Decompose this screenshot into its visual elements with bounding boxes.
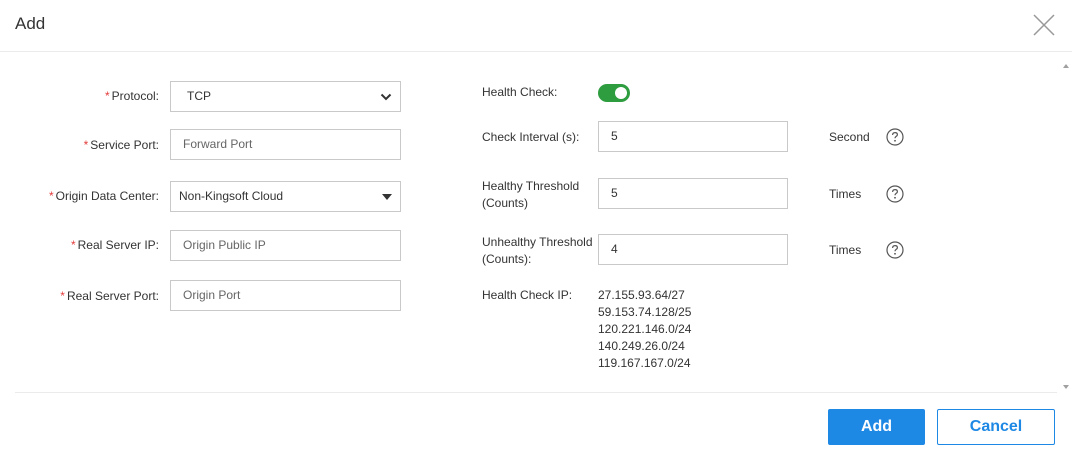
health-check-toggle[interactable] bbox=[598, 84, 630, 102]
chevron-down-icon bbox=[380, 82, 392, 111]
scroll-up-arrow-icon[interactable] bbox=[1062, 57, 1070, 68]
required-marker: * bbox=[70, 238, 76, 252]
question-circle-icon[interactable] bbox=[886, 128, 904, 146]
health-check-ip-label: Health Check IP: bbox=[482, 288, 573, 302]
unhealthy-threshold-input[interactable]: 4 bbox=[598, 234, 788, 265]
healthy-threshold-unit: Times bbox=[829, 187, 862, 201]
dialog-footer: Add Cancel bbox=[15, 392, 1057, 458]
add-button[interactable]: Add bbox=[828, 409, 925, 445]
service-port-placeholder: Forward Port bbox=[183, 137, 253, 151]
origin-data-center-label: * Origin Data Center: bbox=[48, 189, 159, 203]
close-icon[interactable] bbox=[1031, 12, 1057, 38]
check-interval-label: Check Interval (s): bbox=[482, 130, 580, 144]
service-port-label: * Service Port: bbox=[83, 138, 159, 152]
protocol-select[interactable]: TCP bbox=[170, 81, 401, 112]
toggle-knob bbox=[615, 87, 627, 99]
unhealthy-threshold-unit: Times bbox=[829, 243, 862, 257]
required-marker: * bbox=[83, 138, 89, 152]
healthy-threshold-label: Healthy Threshold (Counts) bbox=[482, 179, 580, 210]
check-interval-unit: Second bbox=[829, 130, 870, 144]
add-dialog: Add * Protocol: TCP * Service Port: Forwar… bbox=[0, 0, 1072, 458]
healthy-threshold-value: 5 bbox=[611, 186, 618, 200]
healthy-threshold-input[interactable]: 5 bbox=[598, 178, 788, 209]
cancel-button[interactable]: Cancel bbox=[937, 409, 1055, 445]
real-server-port-label: * Real Server Port: bbox=[60, 289, 159, 303]
dialog-title: Add bbox=[15, 14, 46, 33]
real-server-ip-label: * Real Server IP: bbox=[70, 238, 159, 252]
required-marker: * bbox=[104, 89, 110, 103]
unhealthy-threshold-label: Unhealthy Threshold (Counts): bbox=[482, 235, 593, 266]
ip-list-item: 120.221.146.0/24 bbox=[598, 322, 692, 336]
question-circle-icon[interactable] bbox=[886, 241, 904, 259]
health-check-ip-list: 27.155.93.64/27 59.153.74.128/25 120.221… bbox=[598, 287, 691, 372]
ip-list-item: 27.155.93.64/27 bbox=[598, 288, 685, 302]
health-check-label: Health Check: bbox=[482, 85, 558, 99]
ip-list-item: 59.153.74.128/25 bbox=[598, 305, 692, 319]
real-server-port-input[interactable]: Origin Port bbox=[170, 280, 401, 311]
dialog-body: * Protocol: TCP * Service Port: Forward Po… bbox=[0, 52, 1072, 392]
real-server-port-placeholder: Origin Port bbox=[183, 288, 241, 302]
required-marker: * bbox=[60, 289, 65, 303]
service-port-input[interactable]: Forward Port bbox=[170, 129, 401, 160]
caret-down-icon bbox=[382, 182, 392, 211]
origin-data-center-value: Non-Kingsoft Cloud bbox=[179, 189, 284, 203]
ip-list-item: 119.167.167.0/24 bbox=[598, 356, 691, 370]
ip-list-item: 140.249.26.0/24 bbox=[598, 339, 685, 353]
unhealthy-threshold-value: 4 bbox=[611, 242, 618, 256]
check-interval-input[interactable]: 5 bbox=[598, 121, 788, 152]
real-server-ip-placeholder: Origin Public IP bbox=[183, 238, 266, 252]
origin-data-center-select[interactable]: Non-Kingsoft Cloud bbox=[170, 181, 401, 212]
protocol-select-value: TCP bbox=[187, 89, 211, 103]
required-marker: * bbox=[48, 189, 54, 203]
protocol-label: * Protocol: bbox=[104, 89, 159, 103]
check-interval-value: 5 bbox=[611, 129, 618, 143]
dialog-header: Add bbox=[0, 0, 1072, 52]
question-circle-icon[interactable] bbox=[886, 185, 904, 203]
scroll-down-arrow-icon[interactable] bbox=[1062, 378, 1070, 389]
real-server-ip-input[interactable]: Origin Public IP bbox=[170, 230, 401, 261]
